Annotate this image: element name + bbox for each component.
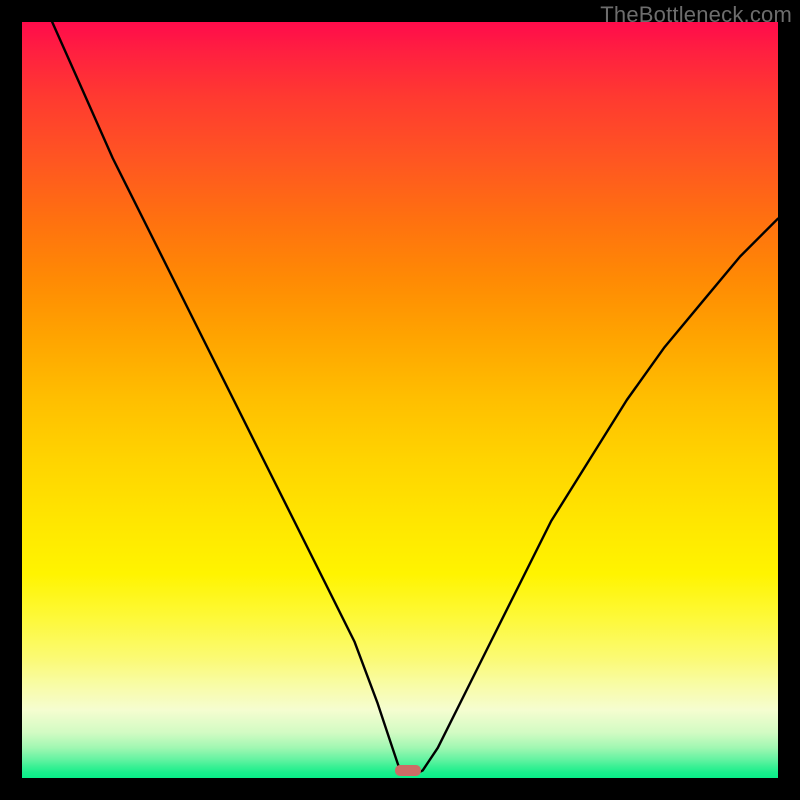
optimum-marker xyxy=(395,765,421,776)
chart-container: TheBottleneck.com xyxy=(0,0,800,800)
bottleneck-curve xyxy=(22,22,778,778)
watermark-text: TheBottleneck.com xyxy=(600,2,792,28)
curve-path xyxy=(52,22,778,774)
plot-area xyxy=(22,22,778,778)
